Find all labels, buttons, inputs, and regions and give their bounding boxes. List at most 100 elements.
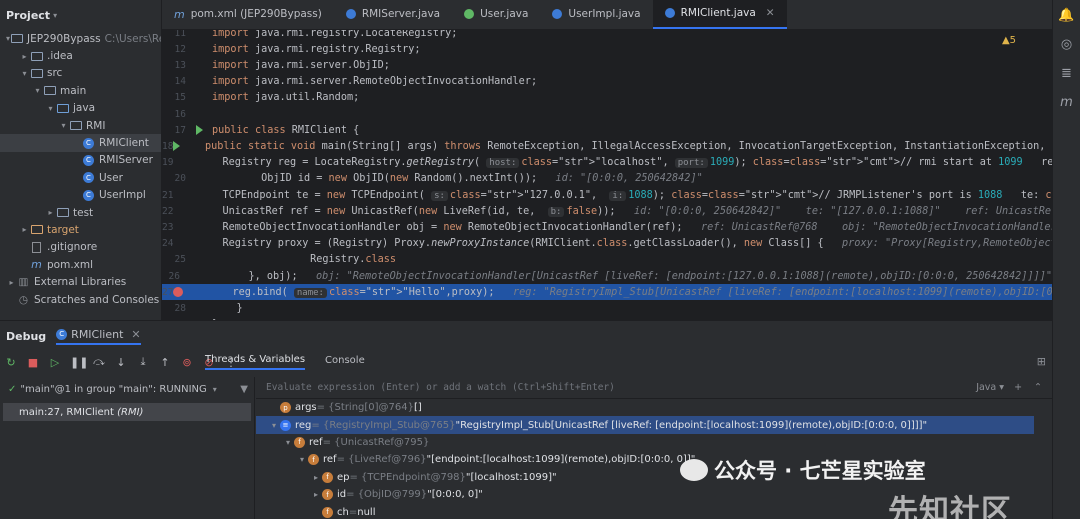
chevron-down-icon[interactable]: ▾ [213, 385, 217, 394]
stack-frame[interactable]: main:27, RMIClient (RMI) [3, 403, 251, 421]
rerun-icon[interactable]: ↻ [4, 356, 18, 369]
tab-threads-variables[interactable]: Threads & Variables [205, 354, 306, 370]
line-number[interactable]: 14 [162, 76, 186, 87]
chevron-down-icon[interactable]: ▾ [268, 421, 280, 430]
editor-tab[interactable]: User.java [452, 0, 540, 29]
ai-assistant-icon[interactable]: ◎ [1061, 37, 1072, 52]
code-line[interactable]: 14 import java.rmi.server.RemoteObjectInv… [162, 74, 1052, 90]
code-line[interactable]: 26 }, obj); obj: "RemoteObjectInvocation… [162, 268, 1052, 284]
maven-icon[interactable]: m [1060, 95, 1073, 110]
database-icon[interactable]: ≣ [1061, 66, 1072, 81]
tree-item[interactable]: .gitignore [0, 239, 161, 256]
tree-item[interactable]: C RMIClient [0, 134, 161, 152]
force-step-into-icon[interactable]: ⤓ [136, 355, 150, 369]
code-line[interactable]: 28 } [162, 300, 1052, 316]
variable-row[interactable]: ▸ f ep = {TCPEndpoint@798} "[localhost:109… [256, 469, 1052, 486]
variable-row[interactable]: ▾ f ref = {UnicastRef@795} [256, 434, 1052, 451]
step-over-icon[interactable]: ⤼ [92, 355, 106, 369]
chevron-down-icon[interactable]: ▾ [45, 104, 56, 113]
step-into-icon[interactable]: ↓ [114, 356, 128, 369]
chevron-right-icon[interactable]: ▸ [19, 52, 30, 61]
tree-item[interactable]: m pom.xml [0, 256, 161, 273]
variable-row[interactable]: p args = {String[0]@764} [] [256, 399, 1052, 416]
chevron-down-icon[interactable]: ▾ [19, 69, 30, 78]
code-line[interactable]: 18 public static void main(String[] args… [162, 138, 1052, 154]
line-number[interactable]: 15 [162, 92, 186, 103]
tree-item[interactable]: ▸ test [0, 204, 161, 221]
tree-item[interactable]: ▸ target [0, 221, 161, 238]
tree-item[interactable]: C UserImpl [0, 187, 161, 204]
code-line[interactable]: 20 ObjID id = new ObjID(new Random().nex… [162, 171, 1052, 187]
line-number[interactable]: 26 [162, 271, 180, 282]
code-line[interactable]: 25 Registry.class [162, 252, 1052, 268]
variable-row[interactable]: ▾ f ref = {LiveRef@796} "[endpoint:[localh… [256, 451, 1052, 468]
tree-item[interactable]: ▾ main [0, 82, 161, 99]
run-icon[interactable] [186, 125, 212, 136]
code-line[interactable]: 16 [162, 106, 1052, 122]
line-number[interactable]: 11 [162, 30, 186, 39]
line-number[interactable]: 13 [162, 60, 186, 71]
tree-item[interactable]: ▸ .idea [0, 47, 161, 64]
tree-item[interactable]: ▾ src [0, 65, 161, 82]
project-header[interactable]: Project ▾ [0, 0, 161, 30]
add-watch-icon[interactable]: + [1014, 382, 1022, 393]
chevron-right-icon[interactable]: ▸ [19, 225, 30, 234]
line-number[interactable]: 27 [162, 287, 173, 298]
tab-console[interactable]: Console [325, 355, 365, 369]
line-number[interactable]: 16 [162, 109, 186, 120]
notifications-icon[interactable]: 🔔 [1058, 8, 1074, 23]
editor-tab[interactable]: UserImpl.java [540, 0, 652, 29]
chevron-down-icon[interactable]: ▾ [32, 86, 43, 95]
line-number[interactable]: 18 [162, 141, 173, 152]
tree-item[interactable]: ▾ RMI [0, 117, 161, 134]
line-number[interactable]: 22 [162, 206, 173, 217]
eval-language[interactable]: Java ▾ [976, 382, 1004, 393]
code-line[interactable]: 15 import java.util.Random; [162, 90, 1052, 106]
breakpoint-icon[interactable] [173, 287, 184, 298]
code-line[interactable]: 24 Registry proxy = (Registry) Proxy.new… [162, 236, 1052, 252]
chevron-up-icon[interactable]: ⌃ [1034, 382, 1042, 393]
code-editor[interactable]: ▲5 11 import java.rmi.registry.LocateRegi… [162, 30, 1052, 320]
tree-item[interactable]: ▾JEP290BypassC:\Users\RedTe [0, 30, 161, 47]
tree-item[interactable]: ▸ ▥ External Libraries [0, 273, 161, 290]
thread-selector[interactable]: ✓ "main"@1 in group "main": RUNNING ▾ ▼ [0, 377, 254, 401]
line-number[interactable]: 20 [162, 173, 186, 184]
filter-icon[interactable]: ▼ [240, 384, 248, 395]
chevron-down-icon[interactable]: ▾ [58, 121, 69, 130]
close-icon[interactable]: ✕ [766, 7, 775, 19]
line-number[interactable]: 19 [162, 157, 173, 168]
resume-icon[interactable]: ▷ [48, 356, 62, 369]
close-icon[interactable]: ✕ [131, 328, 140, 341]
chevron-right-icon[interactable]: ▸ [310, 473, 322, 482]
chevron-right-icon[interactable]: ▸ [310, 490, 322, 499]
chevron-down-icon[interactable]: ▾ [296, 455, 308, 464]
code-line[interactable]: 11 import java.rmi.registry.LocateRegistr… [162, 30, 1052, 41]
code-line[interactable]: 23 RemoteObjectInvocationHandler obj = n… [162, 219, 1052, 235]
code-line[interactable]: 21 TCPEndpoint te = new TCPEndpoint( s: c… [162, 187, 1052, 203]
editor-tab[interactable]: RMIClient.java ✕ [652, 0, 787, 29]
chevron-down-icon[interactable]: ▾ [53, 11, 57, 20]
layout-icon[interactable]: ⊞ [1037, 355, 1046, 368]
code-line[interactable]: 27 reg.bind( name: class="str">"Hello",pr… [162, 284, 1052, 301]
code-line[interactable]: 12 import java.rmi.registry.Registry; [162, 41, 1052, 57]
code-line[interactable]: 22 UnicastRef ref = new UnicastRef(new L… [162, 203, 1052, 219]
tree-item[interactable]: ▾ java [0, 100, 161, 117]
debug-session-tab[interactable]: C RMIClient ✕ [56, 328, 141, 345]
tree-item[interactable]: ◷ Scratches and Consoles [0, 291, 161, 308]
line-number[interactable]: 17 [162, 125, 186, 136]
line-number[interactable]: 12 [162, 44, 186, 55]
view-breakpoints-icon[interactable]: ⊚ [180, 356, 194, 369]
chevron-right-icon[interactable]: ▸ [6, 278, 17, 287]
line-number[interactable]: 25 [162, 254, 186, 265]
line-number[interactable]: 21 [162, 190, 173, 201]
code-line[interactable]: 19 Registry reg = LocateRegistry.getRegi… [162, 155, 1052, 171]
evaluate-input[interactable]: Evaluate expression (Enter) or add a wat… [256, 377, 1052, 399]
chevron-down-icon[interactable]: ▾ [282, 438, 294, 447]
line-number[interactable]: 23 [162, 222, 173, 233]
tree-item[interactable]: C RMIServer [0, 152, 161, 169]
tree-item[interactable]: C User [0, 169, 161, 186]
code-line[interactable]: 13 import java.rmi.server.ObjID; [162, 57, 1052, 73]
editor-tab[interactable]: RMIServer.java [334, 0, 452, 29]
run-icon[interactable] [173, 141, 181, 152]
stop-icon[interactable]: ■ [26, 356, 40, 369]
